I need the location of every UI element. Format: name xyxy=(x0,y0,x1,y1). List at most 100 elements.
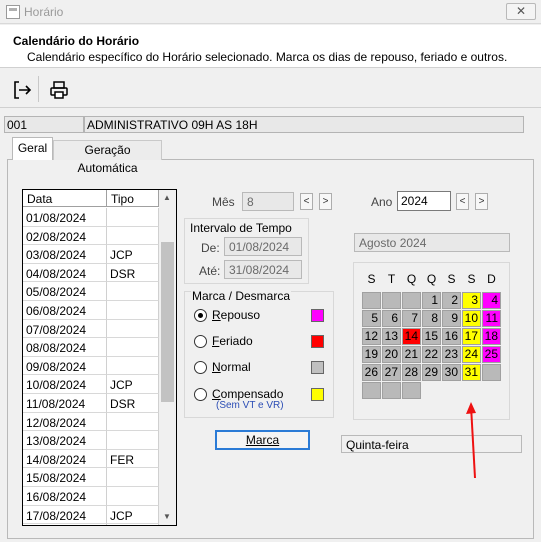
swatch-compensado xyxy=(311,388,324,401)
calendar-empty-cell[interactable] xyxy=(362,292,381,309)
list-item-date: 08/08/2024 xyxy=(23,338,107,357)
close-button[interactable]: ✕ xyxy=(506,3,536,20)
calendar-day[interactable]: 1 xyxy=(422,292,441,309)
radio-compensado-label[interactable]: Compensado xyxy=(212,387,283,401)
calendar-day[interactable]: 29 xyxy=(422,364,441,381)
column-header-data[interactable]: Data xyxy=(23,190,107,207)
list-item[interactable]: 15/08/2024 xyxy=(23,468,159,487)
list-item[interactable]: 12/08/2024 xyxy=(23,412,159,432)
list-item-date: 11/08/2024 xyxy=(23,394,107,413)
calendar-day[interactable]: 10 xyxy=(462,310,481,327)
list-item[interactable]: 10/08/2024 JCP xyxy=(23,375,159,394)
calendar-day[interactable]: 4 xyxy=(482,292,501,309)
dates-list[interactable]: Data Tipo 01/08/2024 02/08/2024 03/08/2024… xyxy=(22,189,177,526)
year-field[interactable]: 2024 xyxy=(397,191,451,211)
list-item[interactable]: 04/08/2024 DSR xyxy=(23,263,159,283)
list-scrollbar[interactable]: ▲ ▼ xyxy=(159,190,176,525)
calendar-empty-cell[interactable] xyxy=(382,382,401,399)
list-item-date: 16/08/2024 xyxy=(23,487,107,506)
calendar-day[interactable]: 14 xyxy=(402,328,421,345)
calendar-day[interactable]: 9 xyxy=(442,310,461,327)
list-item[interactable]: 01/08/2024 xyxy=(23,208,159,227)
tab-geral[interactable]: Geral xyxy=(12,137,53,160)
calendar-day[interactable]: 26 xyxy=(362,364,381,381)
calendar-day[interactable]: 11 xyxy=(482,310,501,327)
month-field[interactable]: 8 xyxy=(242,192,294,211)
radio-compensado-text: Compensado xyxy=(212,387,284,401)
calendar-day[interactable]: 5 xyxy=(362,310,381,327)
scroll-down-icon[interactable]: ▼ xyxy=(163,512,171,521)
list-item[interactable]: 16/08/2024 xyxy=(23,487,159,506)
radio-repouso[interactable] xyxy=(194,309,207,322)
exit-icon[interactable] xyxy=(10,78,34,102)
interval-from-field[interactable]: 01/08/2024 xyxy=(224,237,302,256)
print-icon[interactable] xyxy=(47,78,71,102)
toolbar-separator xyxy=(38,76,39,102)
marca-button[interactable]: Marca xyxy=(215,430,310,450)
calendar-day[interactable]: 6 xyxy=(382,310,401,327)
list-item[interactable]: 03/08/2024 JCP xyxy=(23,245,159,264)
list-item[interactable]: 08/08/2024 xyxy=(23,338,159,357)
list-item[interactable]: 14/08/2024 FER xyxy=(23,449,159,469)
list-item[interactable]: 09/08/2024 xyxy=(23,356,159,376)
column-header-tipo[interactable]: Tipo xyxy=(107,190,159,207)
scroll-thumb[interactable] xyxy=(161,242,174,402)
radio-normal-label[interactable]: Normal xyxy=(212,360,251,374)
calendar-day[interactable]: 3 xyxy=(462,292,481,309)
list-item[interactable]: 02/08/2024 xyxy=(23,226,159,246)
calendar-day[interactable]: 23 xyxy=(442,346,461,363)
year-prev-button[interactable]: < xyxy=(456,193,469,210)
calendar-day[interactable]: 12 xyxy=(362,328,381,345)
calendar-day[interactable]: 8 xyxy=(422,310,441,327)
radio-repouso-label[interactable]: Repouso xyxy=(212,308,260,322)
calendar-day[interactable]: 7 xyxy=(402,310,421,327)
calendar-day[interactable]: 18 xyxy=(482,328,501,345)
calendar-empty-cell[interactable] xyxy=(402,382,421,399)
list-item[interactable]: 11/08/2024 DSR xyxy=(23,394,159,413)
calendar-day[interactable]: 27 xyxy=(382,364,401,381)
list-item[interactable]: 06/08/2024 xyxy=(23,301,159,320)
calendar-empty-cell[interactable] xyxy=(402,292,421,309)
radio-feriado-text: Feriado xyxy=(212,334,253,348)
radio-feriado[interactable] xyxy=(194,335,207,348)
calendar-day[interactable]: 31 xyxy=(462,364,481,381)
calendar-day[interactable]: 13 xyxy=(382,328,401,345)
calendar-day[interactable]: 17 xyxy=(462,328,481,345)
list-item[interactable]: 13/08/2024 xyxy=(23,431,159,450)
list-item-type xyxy=(107,282,159,301)
calendar-day[interactable]: 22 xyxy=(422,346,441,363)
month-prev-button[interactable]: < xyxy=(300,193,313,210)
calendar-day-header: T xyxy=(387,272,396,286)
calendar-day[interactable]: 24 xyxy=(462,346,481,363)
calendar-empty-cell[interactable] xyxy=(382,292,401,309)
calendar-day[interactable]: 15 xyxy=(422,328,441,345)
calendar-empty-cell[interactable] xyxy=(362,382,381,399)
calendar-day[interactable]: 20 xyxy=(382,346,401,363)
calendar-day[interactable]: 28 xyxy=(402,364,421,381)
list-item[interactable]: 05/08/2024 xyxy=(23,282,159,301)
year-next-button[interactable]: > xyxy=(475,193,488,210)
list-item-date: 09/08/2024 xyxy=(23,356,107,376)
calendar-day[interactable]: 2 xyxy=(442,292,461,309)
radio-normal[interactable] xyxy=(194,361,207,374)
radio-compensado[interactable] xyxy=(194,388,207,401)
list-item[interactable]: 18/08/2024DSR xyxy=(23,524,159,525)
mark-group-title: Marca / Desmarca xyxy=(191,289,292,303)
list-item-type: DSR xyxy=(107,524,159,525)
list-item[interactable]: 07/08/2024 xyxy=(23,319,159,339)
calendar-day[interactable]: 16 xyxy=(442,328,461,345)
calendar-day[interactable]: 25 xyxy=(482,346,501,363)
list-item-date: 14/08/2024 xyxy=(23,449,107,469)
radio-normal-text: Normal xyxy=(212,360,251,374)
calendar-day[interactable]: 30 xyxy=(442,364,461,381)
interval-to-field[interactable]: 31/08/2024 xyxy=(224,260,302,279)
list-item-date: 05/08/2024 xyxy=(23,282,107,301)
scroll-up-icon[interactable]: ▲ xyxy=(163,193,171,202)
list-item[interactable]: 17/08/2024 JCP xyxy=(23,505,159,525)
month-next-button[interactable]: > xyxy=(319,193,332,210)
tab-geracao-automatica[interactable]: Geração Automática xyxy=(53,140,162,175)
calendar-empty-cell[interactable] xyxy=(482,364,501,381)
calendar-day[interactable]: 21 xyxy=(402,346,421,363)
calendar-day[interactable]: 19 xyxy=(362,346,381,363)
radio-feriado-label[interactable]: Feriado xyxy=(212,334,253,348)
